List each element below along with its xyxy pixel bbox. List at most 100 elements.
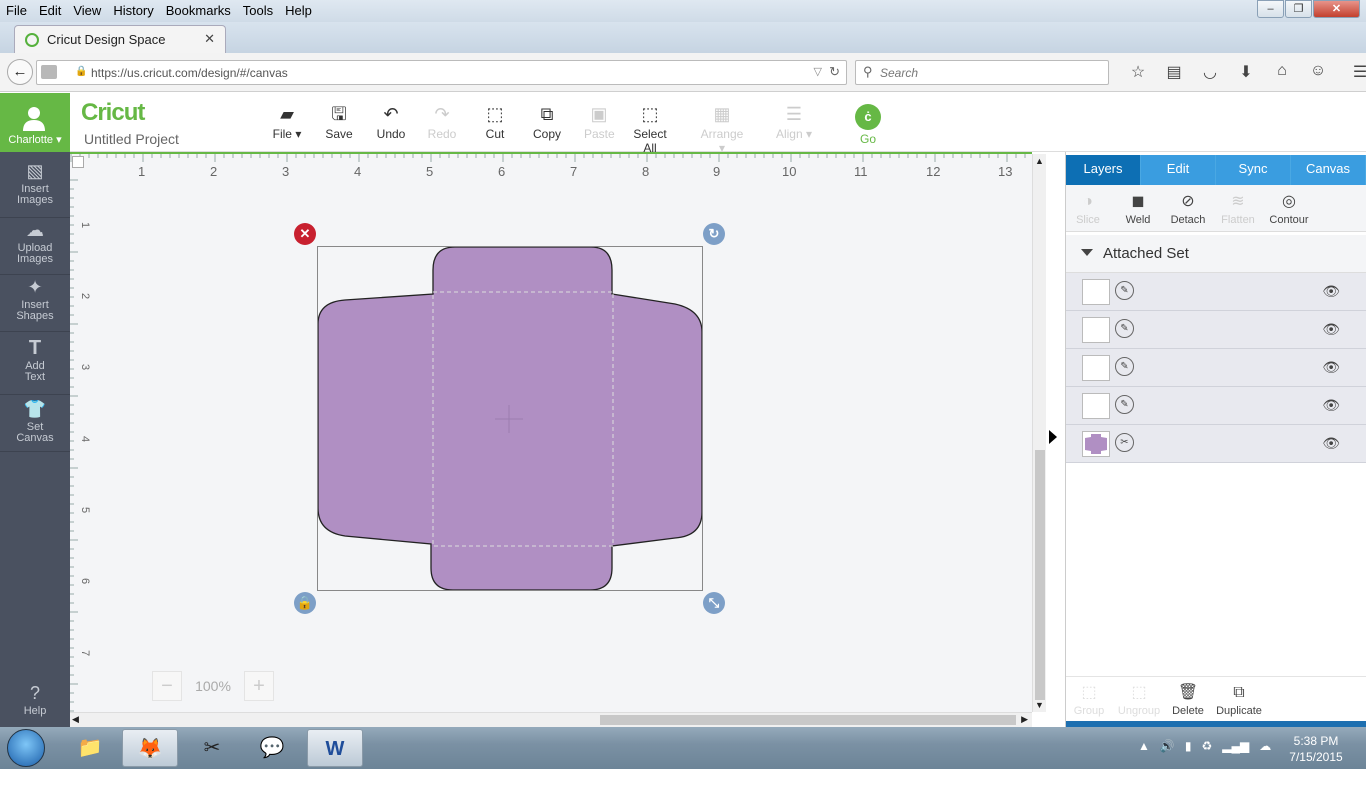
eye-icon[interactable]: 👁 <box>1322 359 1340 376</box>
eye-icon[interactable]: 👁 <box>1322 283 1340 300</box>
tray-expand-icon[interactable]: ▲ <box>1138 739 1150 753</box>
cloud-icon[interactable]: ☁ <box>1259 739 1271 753</box>
tab-canvas[interactable]: Canvas <box>1291 155 1366 185</box>
align-button[interactable]: ☰ Align ▾ <box>774 103 814 141</box>
redo-button[interactable]: ↷ Redo <box>427 103 457 141</box>
tab-sync[interactable]: Sync <box>1216 155 1291 185</box>
select-all-button[interactable]: ⬚ Select All <box>626 103 674 155</box>
eye-icon[interactable]: 👁 <box>1322 321 1340 338</box>
search-input[interactable]: ⚲ Search <box>855 60 1109 85</box>
layer-row[interactable]: ✎ 👁 <box>1066 349 1366 387</box>
set-canvas-button[interactable]: 👕 Set Canvas <box>0 398 70 452</box>
device-icon[interactable]: ▮ <box>1185 739 1192 753</box>
group-button[interactable]: ⬚ Group <box>1072 684 1106 717</box>
menu-tools[interactable]: Tools <box>237 2 279 19</box>
attached-set-header[interactable]: Attached Set <box>1066 235 1366 273</box>
eye-icon[interactable]: 👁 <box>1322 435 1340 452</box>
tab-layers[interactable]: Layers <box>1066 155 1141 185</box>
page-info-icon[interactable] <box>41 65 57 79</box>
tab-edit[interactable]: Edit <box>1141 155 1216 185</box>
menu-history[interactable]: History <box>107 2 159 19</box>
add-text-button[interactable]: T Add Text <box>0 337 70 395</box>
downloads-icon[interactable]: ⬇ <box>1228 62 1264 82</box>
back-icon[interactable]: ← <box>7 59 33 85</box>
pocket-icon[interactable]: ◡ <box>1192 62 1228 82</box>
collapse-arrow-icon[interactable] <box>1081 249 1093 256</box>
vertical-scrollbar[interactable]: ▲ ▼ <box>1032 154 1046 712</box>
close-tab-icon[interactable]: ✕ <box>204 31 215 47</box>
duplicate-button[interactable]: ⧉ Duplicate <box>1214 684 1264 717</box>
undo-button[interactable]: ↶ Undo <box>375 103 407 141</box>
scroll-right-icon[interactable]: ▶ <box>1021 714 1028 725</box>
menu-file[interactable]: File <box>0 2 33 19</box>
cut-button[interactable]: ⬚ Cut <box>481 103 509 141</box>
weld-button[interactable]: ◼ Weld <box>1113 193 1163 226</box>
user-menu[interactable]: Charlotte ▾ <box>0 93 70 152</box>
rotate-handle-icon[interactable]: ↻ <box>703 223 725 245</box>
menu-view[interactable]: View <box>67 2 107 19</box>
help-button[interactable]: ? Help <box>0 682 70 722</box>
insert-images-button[interactable]: ▧ Insert Images <box>0 160 70 218</box>
resize-handle-icon[interactable]: ⤡ <box>703 592 725 614</box>
url-bar[interactable]: 🔒 https://us.cricut.com/design/#/canvas … <box>36 60 847 85</box>
hamburger-menu-icon[interactable]: ☰ <box>1342 62 1366 82</box>
detach-button[interactable]: ⊘ Detach <box>1163 193 1213 226</box>
layer-row[interactable]: ✂ 👁 <box>1066 425 1366 463</box>
layer-row[interactable]: ✎ 👁 <box>1066 311 1366 349</box>
arrange-button[interactable]: ▦ Arrange ▾ <box>696 103 748 155</box>
close-window-button[interactable]: ✕ <box>1313 0 1360 18</box>
zoom-in-button[interactable]: + <box>244 671 274 701</box>
save-button[interactable]: 🖫 Save <box>323 103 355 141</box>
signal-icon[interactable]: ▂▄▆ <box>1222 739 1249 753</box>
sync-icon[interactable]: ♻ <box>1201 739 1212 753</box>
menu-help[interactable]: Help <box>279 2 318 19</box>
collapse-panel-icon[interactable] <box>1049 430 1057 444</box>
go-button[interactable]: ċ Go <box>853 104 883 146</box>
flatten-button[interactable]: ≋ Flatten <box>1213 193 1263 226</box>
lock-handle-icon[interactable]: 🔒 <box>294 592 316 614</box>
browser-tab[interactable]: Cricut Design Space ✕ <box>14 25 226 53</box>
scroll-up-icon[interactable]: ▲ <box>1035 156 1044 166</box>
layer-row[interactable]: ✎ 👁 <box>1066 273 1366 311</box>
menu-edit[interactable]: Edit <box>33 2 67 19</box>
clock-time: 5:38 PM <box>1293 734 1339 748</box>
minimize-button[interactable]: – <box>1257 0 1284 18</box>
reload-icon[interactable]: ↻ <box>829 64 840 80</box>
project-name[interactable]: Untitled Project <box>84 131 179 147</box>
bookmark-star-icon[interactable]: ☆ <box>1120 62 1156 82</box>
firefox-icon[interactable]: 🦊 <box>122 729 178 767</box>
zoom-out-button[interactable]: − <box>152 671 182 701</box>
start-button[interactable] <box>7 729 45 767</box>
reading-list-icon[interactable]: ▤ <box>1156 62 1192 82</box>
ungroup-button[interactable]: ⬚ Ungroup <box>1114 684 1164 717</box>
delete-button[interactable]: 🗑 Delete <box>1170 684 1206 717</box>
horizontal-scrollbar[interactable]: ◀ ▶ <box>70 712 1032 727</box>
clock[interactable]: 5:38 PM 7/15/2015 <box>1284 733 1348 765</box>
slice-button[interactable]: ◑ Slice <box>1063 193 1113 226</box>
chat-app-icon[interactable]: 💬 <box>244 729 300 767</box>
scroll-down-icon[interactable]: ▼ <box>1035 700 1044 710</box>
file-button[interactable]: ▰ File ▾ <box>272 103 302 141</box>
insert-shapes-button[interactable]: ✦ Insert Shapes <box>0 276 70 332</box>
snipping-tool-icon[interactable]: ✂ <box>184 729 240 767</box>
menu-bookmarks[interactable]: Bookmarks <box>160 2 237 19</box>
home-icon[interactable]: ⌂ <box>1264 62 1300 82</box>
dropdown-icon[interactable]: ▽ <box>814 65 822 78</box>
scroll-left-icon[interactable]: ◀ <box>72 714 79 725</box>
delete-handle-icon[interactable]: ✕ <box>294 223 316 245</box>
eye-icon[interactable]: 👁 <box>1322 397 1340 414</box>
explorer-icon[interactable]: 📁 <box>62 729 118 767</box>
contour-button[interactable]: ◎ Contour <box>1264 193 1314 226</box>
horizontal-scroll-thumb[interactable] <box>600 715 1016 725</box>
volume-icon[interactable]: 🔊 <box>1160 739 1175 753</box>
paste-button[interactable]: ▣ Paste <box>584 103 615 141</box>
upload-images-button[interactable]: ☁ Upload Images <box>0 219 70 275</box>
layer-row[interactable]: ✎ 👁 <box>1066 387 1366 425</box>
chat-icon[interactable]: ☺ <box>1300 62 1336 82</box>
copy-button[interactable]: ⧉ Copy <box>532 103 562 141</box>
vertical-scroll-thumb[interactable] <box>1035 450 1045 700</box>
help-icon: ? <box>29 683 40 703</box>
cricut-logo: Cricut <box>81 99 145 126</box>
word-icon[interactable]: W <box>307 729 363 767</box>
maximize-button[interactable]: ❐ <box>1285 0 1312 18</box>
